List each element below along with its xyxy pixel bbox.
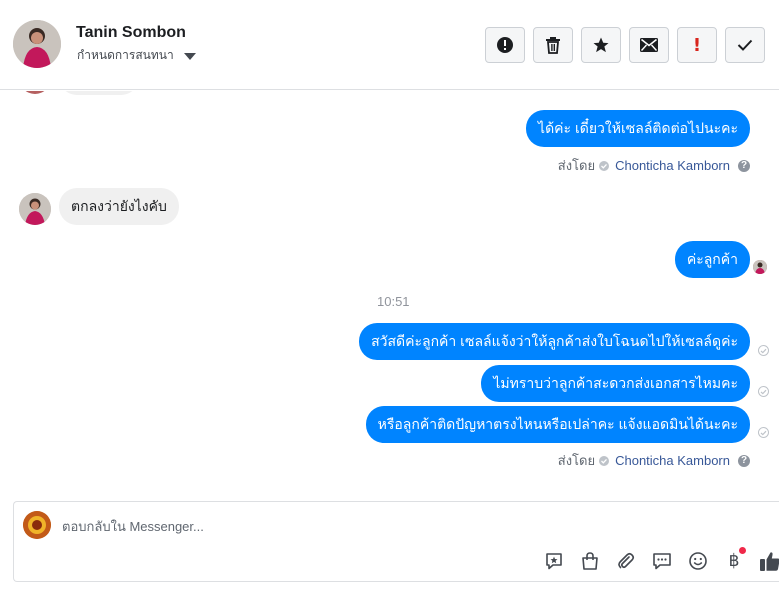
alert-circle-icon <box>497 37 513 53</box>
sent-by-label: ส่งโดย <box>557 158 596 173</box>
message-thread[interactable]: ได้ค่ะ เดี๋ยวให้เซลล์ติดต่อไปนะคะ ส่งโดย… <box>0 91 779 499</box>
check-icon <box>737 39 753 51</box>
trash-icon <box>546 37 560 54</box>
contact-avatar[interactable] <box>13 20 61 68</box>
payment-button[interactable]: ฿ <box>716 547 752 573</box>
outgoing-message[interactable]: สวัสดีค่ะลูกค้า เซลล์แจ้งว่าให้ลูกค้าส่ง… <box>359 323 750 360</box>
quick-reply-button[interactable] <box>644 549 680 573</box>
outgoing-message[interactable]: ไม่ทราบว่าลูกค้าสะดวกส่งเอกสารไหมคะ <box>481 365 750 402</box>
thumbs-up-icon <box>760 552 779 571</box>
outgoing-message[interactable]: ค่ะลูกค้า <box>674 241 750 278</box>
conversation-actions: ! <box>485 27 765 63</box>
help-icon[interactable]: ? <box>738 454 750 467</box>
outgoing-message[interactable]: หรือลูกค้าติดปัญหาตรงไหนหรือเปล่าคะ แจ้ง… <box>365 406 750 443</box>
sent-by-label: ส่งโดย <box>557 453 596 468</box>
contact-avatar[interactable] <box>19 193 51 225</box>
reply-input[interactable]: ตอบกลับใน Messenger... <box>62 516 204 537</box>
follow-up-button[interactable]: ! <box>677 27 717 63</box>
sent-by-line: ส่งโดย Chonticha Kamborn ? <box>558 450 750 471</box>
message-timestamp: 10:51 <box>377 294 410 309</box>
page-avatar <box>23 511 51 539</box>
mark-unread-button[interactable] <box>629 27 669 63</box>
message-bubble-partial <box>59 91 139 95</box>
emoji-icon <box>689 552 707 570</box>
agent-name-link[interactable]: Chonticha Kamborn <box>615 453 730 468</box>
mark-spam-button[interactable] <box>485 27 525 63</box>
delivered-check-icon <box>758 427 769 438</box>
delivered-check-icon <box>758 386 769 397</box>
notification-dot <box>739 547 746 554</box>
contact-avatar-partial <box>19 91 51 94</box>
help-icon[interactable]: ? <box>738 159 750 172</box>
star-icon <box>593 37 609 53</box>
exclamation-icon: ! <box>692 34 702 56</box>
seen-avatar <box>753 260 767 274</box>
caret-down-icon <box>183 52 196 60</box>
delete-button[interactable] <box>533 27 573 63</box>
composer-toolbar: ฿ <box>536 547 779 573</box>
shop-bag-icon <box>582 552 598 570</box>
assign-label: กำหนดการสนทนา <box>77 48 174 62</box>
saved-reply-button[interactable] <box>536 549 572 573</box>
conversation-header: Tanin Sombon กำหนดการสนทนา ! <box>0 0 779 90</box>
sent-by-line: ส่งโดย Chonticha Kamborn ? <box>558 155 750 176</box>
contact-name[interactable]: Tanin Sombon <box>76 24 186 42</box>
attach-button[interactable] <box>608 549 644 573</box>
chat-bubble-icon <box>653 553 671 570</box>
verified-check-icon <box>599 455 610 466</box>
verified-check-icon <box>599 160 610 171</box>
agent-name-link[interactable]: Chonticha Kamborn <box>615 158 730 173</box>
shop-button[interactable] <box>572 549 608 573</box>
reply-composer[interactable]: ตอบกลับใน Messenger... ฿ <box>13 501 779 582</box>
incoming-message[interactable]: ตกลงว่ายังไงคับ <box>59 188 179 225</box>
saved-reply-icon <box>546 553 562 570</box>
envelope-icon <box>640 38 658 52</box>
attachment-icon <box>618 552 635 569</box>
baht-icon: ฿ <box>728 551 740 571</box>
outgoing-message[interactable]: ได้ค่ะ เดี๋ยวให้เซลล์ติดต่อไปนะคะ <box>526 110 750 147</box>
delivered-check-icon <box>758 345 769 356</box>
assign-conversation-dropdown[interactable]: กำหนดการสนทนา <box>77 46 196 65</box>
mark-done-button[interactable] <box>725 27 765 63</box>
emoji-button[interactable] <box>680 549 716 573</box>
star-button[interactable] <box>581 27 621 63</box>
like-button[interactable] <box>752 549 779 573</box>
